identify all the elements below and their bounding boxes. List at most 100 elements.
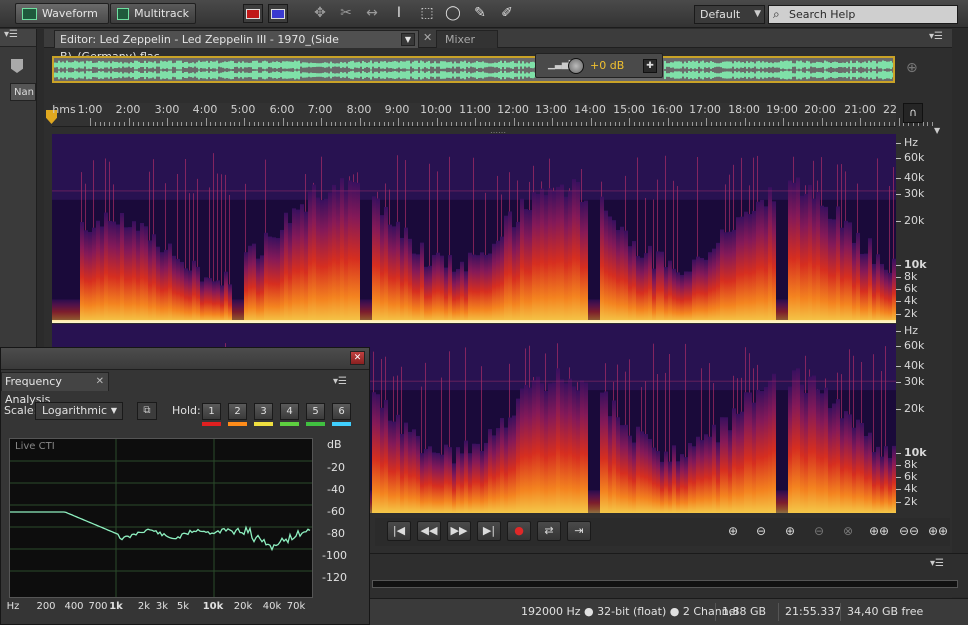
tab-frequency-analysis[interactable]: Frequency Analysis ✕ <box>1 372 109 406</box>
workspace-dropdown[interactable]: Default ▼ <box>694 5 765 24</box>
ruler-tick <box>253 122 255 126</box>
razor-tool-icon[interactable]: ✂ <box>336 4 356 23</box>
ruler-tick <box>475 118 476 126</box>
hold-button-6[interactable]: 6 <box>332 403 351 420</box>
ruler-tick <box>152 122 154 126</box>
panel-menu-icon[interactable]: ▾☰ <box>929 31 943 42</box>
zoom-fit-icon[interactable]: ⊕⊕ <box>926 521 950 541</box>
ruler-tick <box>638 122 640 126</box>
zoom-out-time-icon[interactable]: ⊖ <box>807 521 831 541</box>
hz-tick-label: 40k <box>262 601 282 612</box>
ruler-tick <box>701 122 703 126</box>
overview-waveform[interactable] <box>52 56 895 83</box>
overview-waveform-graphic <box>54 58 893 81</box>
zoom-to-selection-icon[interactable]: ⊕ <box>906 60 918 76</box>
ruler-tick <box>932 122 934 126</box>
time-tick-label: 22 <box>883 103 897 116</box>
slip-tool-icon[interactable]: ↔ <box>362 4 382 23</box>
close-icon[interactable]: ✕ <box>96 373 104 391</box>
ruler-tick <box>277 122 279 126</box>
close-icon[interactable]: ✕ <box>423 31 432 44</box>
copy-icon[interactable]: ⧉ <box>137 402 157 420</box>
ruler-tick <box>792 122 794 126</box>
ruler-tick <box>354 122 356 126</box>
ruler-tick <box>864 122 866 126</box>
multitrack-view-button[interactable]: Multitrack <box>110 3 196 24</box>
hold-button-4[interactable]: 4 <box>280 403 299 420</box>
ruler-tick <box>552 118 553 126</box>
brush-selection-tool-icon[interactable]: ✎ <box>470 4 490 23</box>
skip-selection-button[interactable]: ⇥ <box>567 521 591 541</box>
freq-tick <box>896 346 901 347</box>
filter-icon[interactable] <box>11 59 23 73</box>
ruler-tick <box>879 122 881 126</box>
time-ruler[interactable]: hms 1:00 2:00 3:00 4:00 5:00 6:00 7:00 8:00 9:00 1… <box>46 103 934 127</box>
zoom-in-selection-icon[interactable]: ⊕⊕ <box>867 521 891 541</box>
hold-button-5[interactable]: 5 <box>306 403 325 420</box>
ruler-tick <box>205 118 207 126</box>
ruler-tick <box>239 122 241 126</box>
ruler-tick <box>402 122 404 126</box>
spectral-frequency-display-button[interactable] <box>243 4 263 23</box>
pin-icon[interactable]: ✚ <box>643 59 657 73</box>
marquee-selection-tool-icon[interactable]: ⬚ <box>417 4 437 23</box>
freq-tick-label: 2k <box>904 307 918 320</box>
search-help-field[interactable]: ⌕ Search Help <box>768 5 958 24</box>
freq-tick <box>896 289 901 290</box>
chevron-down-icon: ▼ <box>754 9 761 19</box>
waveform-view-button[interactable]: Waveform <box>15 3 109 24</box>
tab-editor[interactable]: Editor: Led Zeppelin - Led Zeppelin III … <box>54 30 419 63</box>
spectral-pitch-display-button[interactable] <box>268 4 288 23</box>
zoom-out-selection-icon[interactable]: ⊖⊖ <box>897 521 921 541</box>
freq-tick <box>896 221 901 222</box>
snap-magnet-button[interactable]: ∩ <box>903 103 923 123</box>
zoom-in-amplitude-icon[interactable]: ⊕ <box>721 521 745 541</box>
db-tick-label: -100 <box>322 549 347 562</box>
fast-forward-button[interactable]: ▶▶ <box>447 521 471 541</box>
zoom-out-amplitude-icon[interactable]: ⊖ <box>749 521 773 541</box>
panel-menu-icon[interactable]: ▾☰ <box>333 376 347 387</box>
ruler-tick <box>855 122 857 126</box>
hold-button-3[interactable]: 3 <box>254 403 273 420</box>
name-column-header[interactable]: Nan <box>10 83 36 101</box>
ruler-tick <box>850 122 852 126</box>
ruler-tick <box>398 118 399 126</box>
close-icon[interactable]: ✕ <box>350 351 365 365</box>
loop-playback-button[interactable]: ⇄ <box>537 521 561 541</box>
spot-healing-brush-icon[interactable]: ✐ <box>497 4 517 23</box>
scale-dropdown[interactable]: Logarithmic ▼ <box>35 402 123 420</box>
hold-button-2[interactable]: 2 <box>228 403 247 420</box>
chevron-down-icon[interactable]: ▼ <box>401 33 415 46</box>
move-to-next-button[interactable]: ▶| <box>477 521 501 541</box>
ruler-tick <box>672 122 674 126</box>
zoom-out-full-icon[interactable]: ⊗ <box>836 521 860 541</box>
hold-button-1[interactable]: 1 <box>202 403 221 420</box>
record-button[interactable]: ● <box>507 521 531 541</box>
db-tick-label: dB <box>327 438 342 451</box>
panel-menu-icon[interactable]: ▾☰ <box>930 558 944 569</box>
ruler-tick <box>845 122 847 126</box>
files-panel: ▾☰ Nan <box>0 29 37 359</box>
zoom-in-time-icon[interactable]: ⊕ <box>778 521 802 541</box>
move-tool-icon[interactable]: ✥ <box>310 4 330 23</box>
volume-knob[interactable] <box>568 58 584 74</box>
freq-tick-label: 30k <box>904 375 925 388</box>
ruler-tick <box>349 122 351 126</box>
ruler-tick <box>513 118 515 126</box>
rewind-button[interactable]: ◀◀ <box>417 521 441 541</box>
tab-mixer[interactable]: Mixer <box>436 30 498 48</box>
frequency-plot[interactable]: Live CTI <box>9 438 313 598</box>
panel-menu-icon[interactable]: ▾☰ <box>0 29 36 47</box>
lasso-selection-tool-icon[interactable]: ◯ <box>443 4 463 23</box>
hz-tick-label: 700 <box>88 601 108 612</box>
move-to-previous-button[interactable]: |◀ <box>387 521 411 541</box>
time-selection-tool-icon[interactable]: I <box>389 4 409 23</box>
ruler-tick <box>706 118 707 126</box>
spectrogram-left-channel[interactable] <box>52 134 896 322</box>
panel-titlebar[interactable]: ✕ <box>1 348 369 370</box>
ruler-tick <box>783 118 784 126</box>
ruler-tick <box>797 122 799 126</box>
time-tick-label: 8:00 <box>346 103 372 116</box>
ruler-tick <box>537 122 539 126</box>
ruler-tick <box>778 122 780 126</box>
